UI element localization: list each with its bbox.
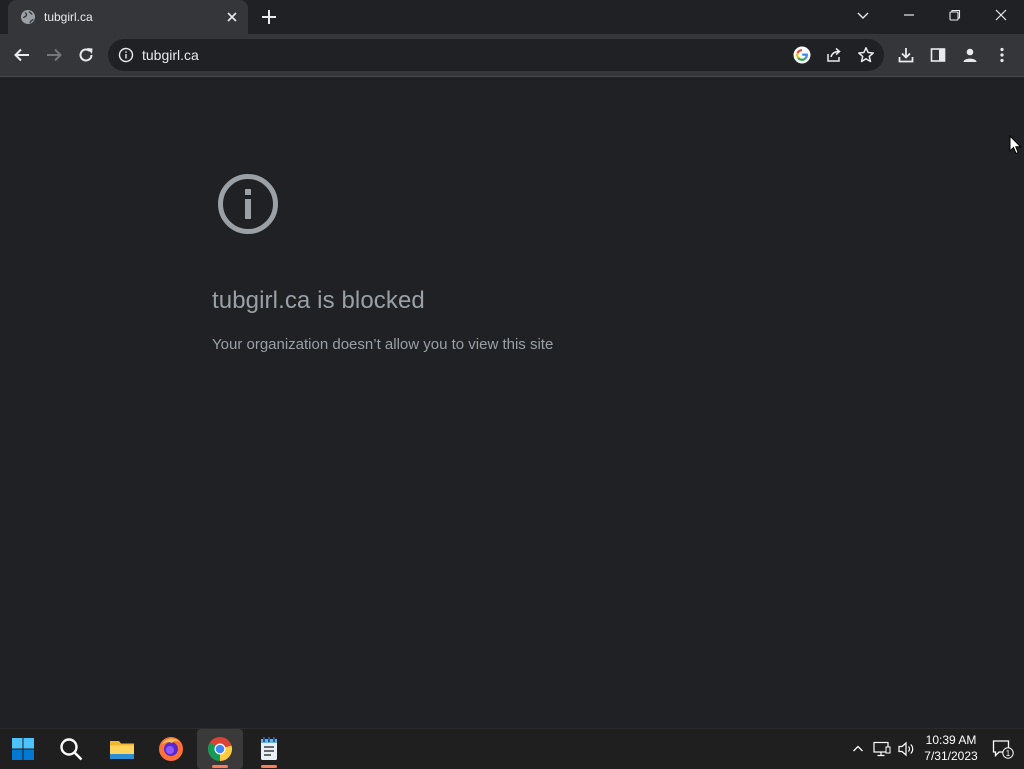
person-icon xyxy=(963,48,977,62)
file-explorer-icon xyxy=(110,741,134,759)
start-button[interactable] xyxy=(0,729,46,769)
volume-button[interactable] xyxy=(897,739,915,759)
bookmark-button[interactable] xyxy=(856,45,876,65)
globe-icon xyxy=(21,10,35,24)
menu-button[interactable] xyxy=(990,43,1014,67)
notepad-icon xyxy=(261,737,277,760)
minimize-icon xyxy=(904,14,914,16)
chrome-icon xyxy=(208,737,233,761)
search-button[interactable] xyxy=(48,729,94,769)
taskbar-clock[interactable]: 10:39 AM 7/31/2023 xyxy=(918,732,984,764)
notepad-button[interactable] xyxy=(246,729,292,769)
notification-icon: 1 xyxy=(992,740,1014,759)
restore-icon xyxy=(949,9,961,21)
arrow-left-icon xyxy=(14,48,29,62)
search-icon xyxy=(60,738,83,761)
volume-icon xyxy=(898,741,914,757)
chevron-up-icon xyxy=(853,745,863,752)
share-icon xyxy=(827,47,841,62)
blocked-heading: tubgirl.ca is blocked xyxy=(212,287,425,314)
close-window-button[interactable] xyxy=(978,0,1024,30)
forward-button[interactable] xyxy=(42,43,66,67)
more-vertical-icon xyxy=(1000,47,1004,63)
tab-title: tubgirl.ca xyxy=(44,10,93,24)
clock-time: 10:39 AM xyxy=(925,733,977,747)
tab-search-button[interactable] xyxy=(840,0,886,30)
taskbar: 10:39 AM 7/31/2023 1 xyxy=(0,728,1024,769)
firefox-icon xyxy=(159,737,183,761)
side-panel-icon xyxy=(930,48,946,62)
back-button[interactable] xyxy=(10,43,34,67)
blocked-page: tubgirl.ca is blocked Your organization … xyxy=(0,77,1024,728)
tab-strip: tubgirl.ca xyxy=(0,0,1024,34)
browser-toolbar: tubgirl.ca xyxy=(0,34,1024,77)
arrow-right-icon xyxy=(47,48,62,62)
notification-count: 1 xyxy=(1006,749,1011,758)
network-button[interactable] xyxy=(873,739,891,759)
close-tab-icon[interactable] xyxy=(224,9,240,25)
site-info-icon[interactable] xyxy=(118,47,134,63)
firefox-button[interactable] xyxy=(148,729,194,769)
network-icon xyxy=(873,741,891,757)
share-button[interactable] xyxy=(824,45,844,65)
windows-start-icon xyxy=(12,738,34,760)
close-icon xyxy=(995,9,1007,21)
chrome-button[interactable] xyxy=(197,729,243,769)
file-explorer-button[interactable] xyxy=(99,729,145,769)
side-panel-button[interactable] xyxy=(926,43,950,67)
new-tab-icon[interactable] xyxy=(260,8,278,26)
minimize-button[interactable] xyxy=(886,0,932,30)
chevron-down-icon xyxy=(857,12,869,19)
show-hidden-icons-button[interactable] xyxy=(849,739,867,759)
google-lens-button[interactable] xyxy=(792,45,812,65)
mouse-cursor-icon xyxy=(1009,135,1022,155)
notification-center-button[interactable]: 1 xyxy=(992,739,1014,759)
address-bar[interactable]: tubgirl.ca xyxy=(108,39,884,71)
google-icon xyxy=(793,46,811,64)
info-icon xyxy=(218,174,278,234)
downloads-button[interactable] xyxy=(894,43,918,67)
blocked-message: Your organization doesn’t allow you to v… xyxy=(212,336,554,353)
browser-tab[interactable]: tubgirl.ca xyxy=(8,0,248,34)
star-icon xyxy=(858,47,874,63)
profile-button[interactable] xyxy=(958,43,982,67)
reload-button[interactable] xyxy=(74,43,98,67)
clock-date: 7/31/2023 xyxy=(924,749,978,763)
url-text[interactable]: tubgirl.ca xyxy=(142,47,199,63)
download-icon xyxy=(898,48,914,63)
reload-icon xyxy=(79,48,93,62)
restore-button[interactable] xyxy=(932,0,978,30)
